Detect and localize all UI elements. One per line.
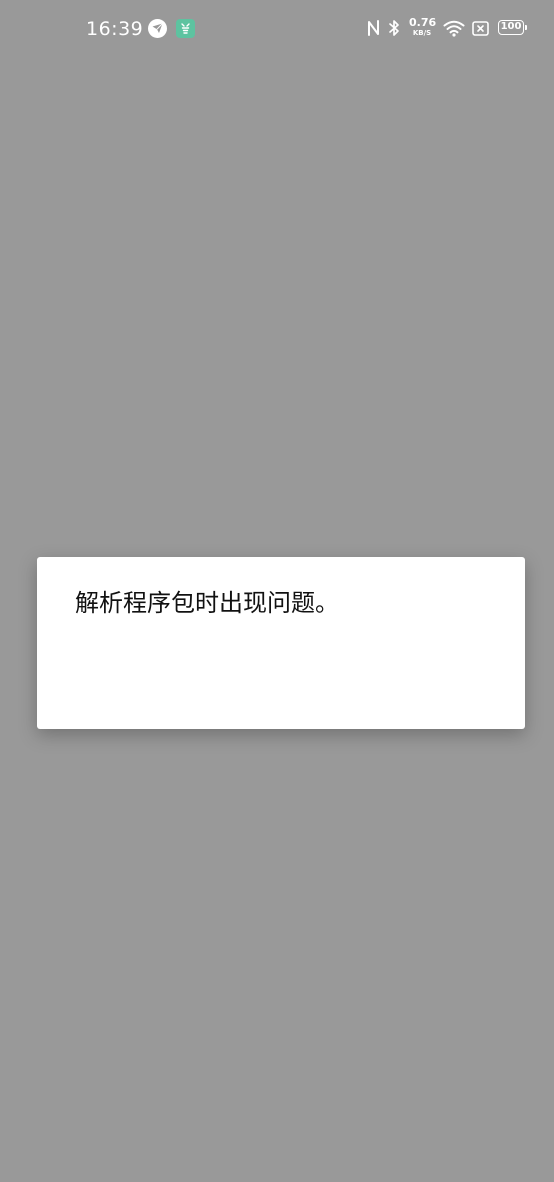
bluetooth-icon (388, 19, 400, 41)
wifi-icon (443, 20, 465, 41)
clock-time: 16:39 (86, 18, 144, 40)
network-speed-value: 0.76 (409, 16, 437, 29)
app-notification-icon (176, 19, 195, 38)
battery-indicator: 100 (498, 20, 524, 35)
feishu-icon (148, 19, 167, 38)
dialog-message: 解析程序包时出现问题。 (75, 589, 339, 617)
nfc-icon (367, 19, 380, 41)
sim-off-icon (472, 21, 489, 40)
network-speed: 0.76 KB/S (409, 16, 437, 38)
status-bar: 16:39 0.76 KB/S 100 (0, 0, 554, 60)
network-speed-unit: KB/S (412, 29, 432, 37)
battery-tip (525, 25, 527, 30)
error-dialog: 解析程序包时出现问题。 (37, 557, 525, 729)
